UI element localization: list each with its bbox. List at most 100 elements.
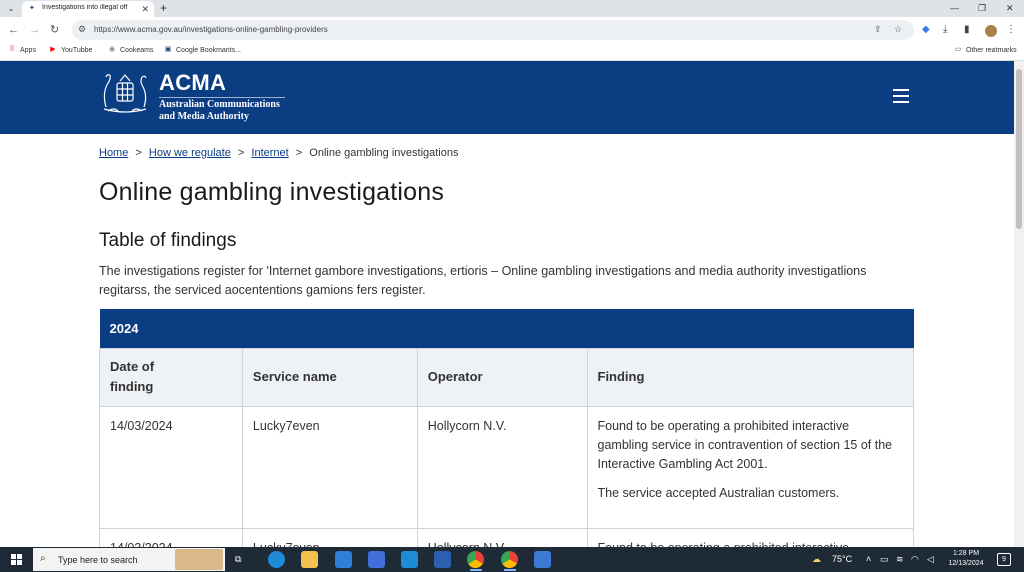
apps-grid-icon: ⠿ xyxy=(9,46,15,53)
year-label: 2024 xyxy=(109,320,139,336)
file-explorer-icon[interactable] xyxy=(301,551,318,568)
intro-paragraph: The investigations register for 'Interne… xyxy=(99,264,867,297)
tab-title: Investigations into illegal off xyxy=(42,4,128,11)
side-panel-icon[interactable]: ▮ xyxy=(964,24,970,36)
breadcrumb-current: Online gambling investigations xyxy=(309,147,459,159)
search-highlight-image xyxy=(175,549,223,570)
outlook-icon[interactable] xyxy=(401,551,418,568)
coat-of-arms-logo[interactable] xyxy=(98,69,152,115)
notification-center-icon[interactable]: 9 xyxy=(997,553,1011,566)
other-bookmarks-label: Other reatmarks xyxy=(966,46,1017,54)
restore-icon[interactable]: ❐ xyxy=(978,2,986,14)
hamburger-menu-icon[interactable] xyxy=(893,89,909,103)
breadcrumb-home-link[interactable]: Home xyxy=(99,147,128,159)
site-info-icon[interactable]: ⚙ xyxy=(78,24,86,35)
more-menu-icon[interactable]: ⋮ xyxy=(1006,24,1016,36)
brand-subtitle-line2: and Media Authority xyxy=(159,111,250,122)
page-scrollbar[interactable] xyxy=(1014,61,1024,547)
search-placeholder: Type here to search xyxy=(58,555,138,565)
breadcrumb-internet-link[interactable]: Internet xyxy=(251,147,288,159)
weather-temperature[interactable]: 75°C xyxy=(832,554,852,564)
breadcrumb-separator: > xyxy=(295,147,303,159)
bookmark-apps[interactable]: ⠿ Apps xyxy=(8,46,36,54)
wifi-icon[interactable]: ◠ xyxy=(911,554,919,565)
new-tab-plus-icon[interactable]: + xyxy=(160,1,167,15)
other-bookmarks[interactable]: ▭ Other reatmarks xyxy=(954,46,1017,54)
window-close-icon[interactable]: ✕ xyxy=(1006,2,1014,14)
brand-title[interactable]: ACMA xyxy=(159,70,226,96)
breadcrumb-separator: > xyxy=(135,147,142,159)
section-title: Table of findings xyxy=(99,230,237,251)
app-icon[interactable] xyxy=(534,551,551,568)
column-header-finding: Finding xyxy=(586,347,914,407)
address-bar[interactable]: ⚙ https://www.acma.gov.au/investigations… xyxy=(72,20,914,40)
minimize-icon[interactable]: — xyxy=(950,2,959,14)
bookmark-label: Cookeams xyxy=(120,46,154,54)
browser-tab-strip: ⌄ ✦ Investigations into illegal off ✕ + … xyxy=(0,0,1024,17)
bookmark-coogle[interactable]: ▣ Coogle Bookmants... xyxy=(164,46,241,54)
brand-divider xyxy=(159,97,285,98)
url-text[interactable]: https://www.acma.gov.au/investigations-o… xyxy=(94,25,328,34)
network-icon[interactable]: ≋ xyxy=(896,554,904,565)
bookmark-page-icon: ▣ xyxy=(164,46,172,53)
forward-arrow-icon[interactable]: → xyxy=(29,23,40,37)
bookmarks-bar: ⠿ Apps ▶ YouTubbe ◉ Cookeams ▣ Coogle Bo… xyxy=(0,43,1024,61)
table-row: 14/03/2024 Lucky7even Hollycorn N.V. Fou… xyxy=(99,405,914,529)
active-app-indicator xyxy=(470,569,482,571)
breadcrumb-separator: > xyxy=(237,147,245,159)
tray-chevron-icon[interactable]: ˄ xyxy=(866,554,871,564)
breadcrumb: Home > How we regulate > Internet > Onli… xyxy=(99,147,458,159)
page-title: Online gambling investigations xyxy=(99,178,445,206)
taskbar-clock[interactable]: 1:28 PM 12/13/2024 xyxy=(944,549,988,569)
search-icon: ⌕ xyxy=(40,553,46,564)
column-header-date: Date of finding xyxy=(99,347,243,407)
site-header: ACMA Australian Communications and Media… xyxy=(0,61,1014,134)
scrollbar-thumb[interactable] xyxy=(1016,69,1022,229)
column-header-service: Service name xyxy=(241,347,418,407)
download-icon[interactable]: ⤓ xyxy=(943,24,947,36)
cell-date: 14/03/2024 xyxy=(99,405,243,529)
bookmark-label: YouTubbe xyxy=(61,46,93,54)
bookmark-youtube[interactable]: ▶ YouTubbe xyxy=(49,46,92,54)
dropbox-icon[interactable] xyxy=(368,551,385,568)
weather-icon[interactable]: ☁ xyxy=(812,554,821,565)
extension-icon[interactable]: ◆ xyxy=(922,24,930,36)
cell-service: Lucky7even xyxy=(241,405,418,529)
windows-start-icon[interactable] xyxy=(11,554,22,565)
taskbar-search-box[interactable]: ⌕ Type here to search xyxy=(33,548,225,571)
reload-icon[interactable]: ↻ xyxy=(50,23,59,37)
breadcrumb-how-we-regulate-link[interactable]: How we regulate xyxy=(149,147,231,159)
cell-finding: Found to be operating a prohibited inter… xyxy=(586,405,914,529)
folder-icon: ▭ xyxy=(954,46,962,53)
chrome-icon[interactable] xyxy=(501,551,518,568)
column-header-operator: Operator xyxy=(416,347,588,407)
browser-toolbar: ← → ↻ ⚙ https://www.acma.gov.au/investig… xyxy=(0,17,1024,43)
windows-taskbar: ⌕ Type here to search ⧉ ☁ 75°C ˄ ▭ ≋ ◠ ◁… xyxy=(0,547,1024,572)
battery-icon[interactable]: ▭ xyxy=(880,554,889,565)
bookmark-star-icon[interactable]: ☆ xyxy=(894,24,902,35)
clock-time: 1:28 PM xyxy=(952,550,980,557)
tab-search-dropdown-icon[interactable]: ⌄ xyxy=(4,2,18,15)
youtube-icon: ▶ xyxy=(50,46,56,53)
back-arrow-icon[interactable]: ← xyxy=(8,23,19,37)
chrome-icon[interactable] xyxy=(467,551,484,568)
site-favicon-icon: ✦ xyxy=(29,5,35,12)
brand-subtitle-line1: Australian Communications xyxy=(159,99,280,110)
globe-icon: ◉ xyxy=(108,46,116,53)
tab-close-icon[interactable]: ✕ xyxy=(141,3,149,15)
mail-icon[interactable] xyxy=(335,551,352,568)
share-icon[interactable]: ⇪ xyxy=(874,24,882,35)
year-header-row: 2024 xyxy=(99,309,914,348)
bookmark-cookeams[interactable]: ◉ Cookeams xyxy=(108,46,154,54)
profile-avatar[interactable] xyxy=(985,25,997,37)
active-app-indicator xyxy=(504,569,516,571)
volume-icon[interactable]: ◁ xyxy=(927,554,934,565)
findings-table: 2024 Date of finding Service name Operat… xyxy=(99,309,914,572)
edge-icon[interactable] xyxy=(268,551,285,568)
store-icon[interactable] xyxy=(434,551,451,568)
bookmark-label: Apps xyxy=(20,46,36,54)
cell-operator: Hollycorn N.V. xyxy=(416,405,588,529)
task-view-icon[interactable]: ⧉ xyxy=(235,554,241,565)
clock-date: 12/13/2024 xyxy=(948,560,984,567)
browser-tab-active[interactable]: ✦ Investigations into illegal off ✕ xyxy=(22,1,154,17)
